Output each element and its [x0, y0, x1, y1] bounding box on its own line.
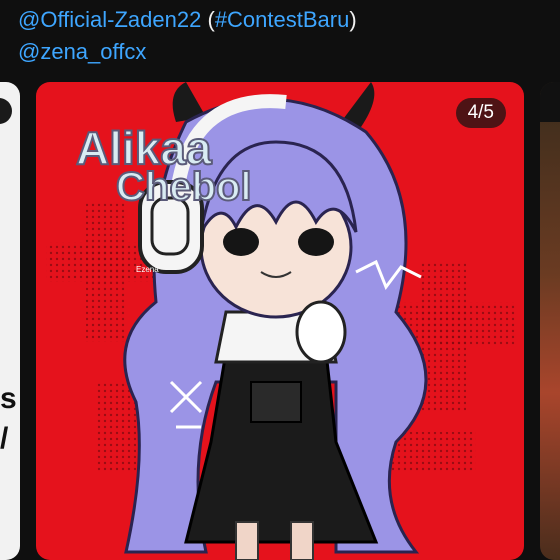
next-card-top	[540, 82, 560, 122]
right-eye	[298, 228, 334, 256]
image-title-line-2: Chebol	[116, 165, 252, 209]
caption-paren-open: (	[201, 7, 215, 32]
caption-line-2: @zena_offcx	[18, 36, 548, 68]
left-eye	[223, 228, 259, 256]
image-small-text: Ezena	[136, 265, 159, 274]
carousel-image: Alikaa Chebol Ezena	[46, 82, 516, 560]
mention-link[interactable]: @Official-Zaden22	[18, 7, 201, 32]
hashtag-link[interactable]: #ContestBaru	[215, 7, 350, 32]
current-card[interactable]: Alikaa Chebol Ezena 4/5	[36, 82, 524, 560]
caption-paren-close: )	[349, 7, 357, 32]
next-card[interactable]	[540, 82, 560, 560]
previous-card[interactable]: s /	[0, 82, 20, 560]
mention-link-2[interactable]: @zena_offcx	[18, 39, 146, 64]
image-carousel[interactable]: s / Alikaa Chebol Ezena 4/5	[0, 82, 560, 560]
caption-line-1: @Official-Zaden22 (#ContestBaru)	[18, 4, 548, 36]
previous-card-avatar	[0, 98, 12, 124]
previous-card-text-fragment: s	[0, 382, 17, 415]
post-caption: @Official-Zaden22 (#ContestBaru) @zena_o…	[18, 4, 548, 68]
previous-card-text-fragment-2: /	[0, 422, 9, 455]
carousel-counter: 4/5	[455, 98, 506, 128]
glove	[295, 300, 347, 364]
